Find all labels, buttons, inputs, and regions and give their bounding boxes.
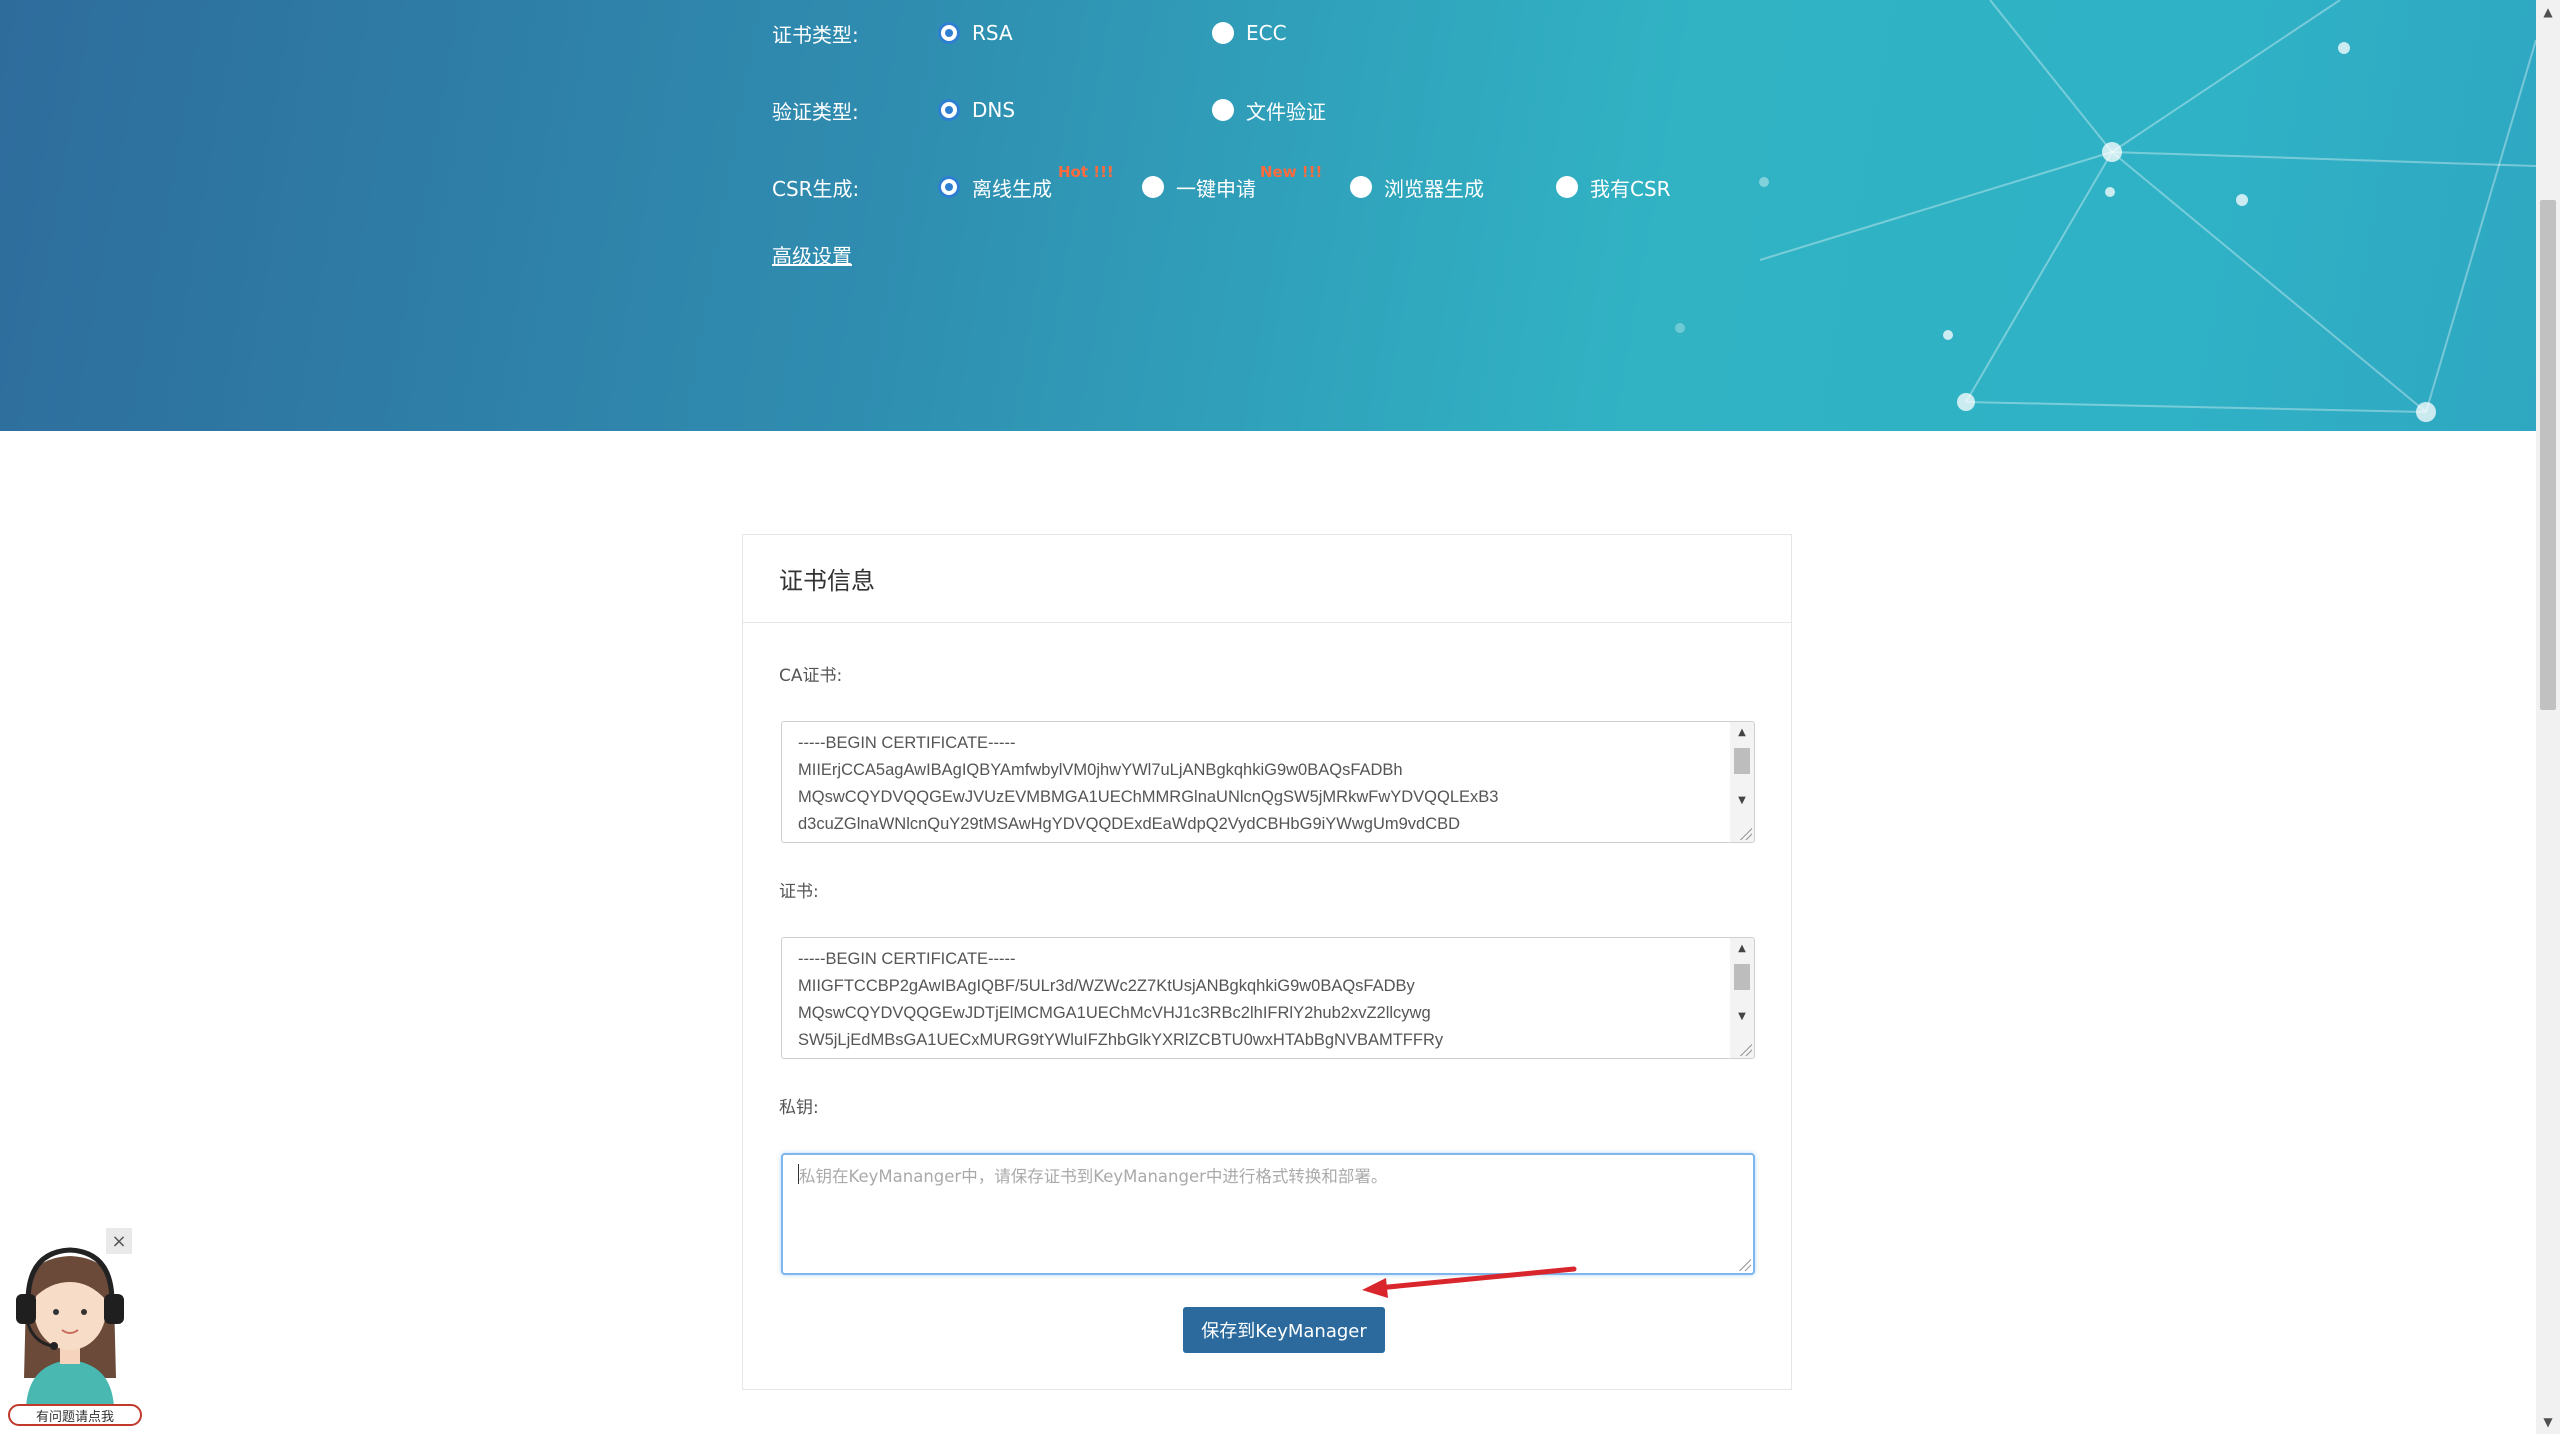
radio-rsa[interactable]: RSA [938, 21, 1013, 45]
radio-have-csr-label: 我有CSR [1590, 176, 1671, 201]
radio-dns[interactable]: DNS [938, 98, 1015, 122]
advanced-settings-link[interactable]: 高级设置 [772, 240, 852, 269]
scroll-down-icon[interactable]: ▼ [2536, 1410, 2560, 1434]
ca-cert-text: -----BEGIN CERTIFICATE----- MIIErjCCA5ag… [798, 734, 1499, 833]
scroll-up-icon[interactable]: ▲ [1730, 938, 1754, 958]
scroll-down-icon[interactable]: ▼ [1730, 1006, 1754, 1026]
radio-rsa-label: RSA [972, 21, 1013, 45]
radio-one-click-label: 一键申请 [1176, 176, 1256, 201]
help-label[interactable]: 有问题请点我 [8, 1404, 142, 1426]
cert-textarea[interactable]: -----BEGIN CERTIFICATE----- MIIGFTCCBP2g… [781, 937, 1755, 1059]
radio-browser-gen[interactable]: 浏览器生成 [1350, 173, 1484, 202]
hot-badge: Hot !!! [1058, 162, 1114, 181]
resize-grip-icon[interactable] [1740, 828, 1752, 840]
card-title: 证书信息 [743, 535, 1791, 623]
support-agent-avatar[interactable] [6, 1238, 136, 1418]
private-key-label: 私钥: [779, 1098, 819, 1118]
radio-ecc-label: ECC [1246, 21, 1287, 45]
radio-offline-gen[interactable]: 离线生成 Hot !!! [938, 163, 1114, 202]
private-key-textarea[interactable]: 私钥在KeyMananger中，请保存证书到KeyMananger中进行格式转换… [781, 1153, 1755, 1275]
radio-rsa-control[interactable] [938, 22, 960, 44]
ca-cert-label: CA证书: [779, 666, 843, 686]
radio-one-click-control[interactable] [1142, 176, 1164, 198]
radio-dns-control[interactable] [938, 99, 960, 121]
resize-grip-icon[interactable] [1739, 1259, 1751, 1271]
cert-info-card: 证书信息 CA证书: -----BEGIN CERTIFICATE----- M… [742, 534, 1792, 1390]
radio-ecc[interactable]: ECC [1212, 21, 1287, 45]
red-arrow-annotation [1362, 1266, 1577, 1298]
radio-file-verify[interactable]: 文件验证 [1212, 96, 1326, 125]
network-decoration [1675, 0, 2536, 422]
radio-file-verify-control[interactable] [1212, 99, 1234, 121]
page-scrollbar[interactable]: ▲ ▼ [2536, 0, 2560, 1434]
scroll-thumb[interactable] [1734, 748, 1750, 774]
radio-ecc-control[interactable] [1212, 22, 1234, 44]
scroll-thumb[interactable] [1734, 964, 1750, 990]
cert-label: 证书: [779, 882, 819, 902]
save-to-keymanager-button[interactable]: 保存到KeyManager [1183, 1307, 1385, 1353]
hero-banner: 证书类型: RSA ECC 验证类型: DNS 文件验证 CSR生成: 离线生成… [0, 0, 2536, 431]
cert-type-label: 证书类型: [772, 22, 859, 47]
radio-have-csr[interactable]: 我有CSR [1556, 173, 1671, 202]
scroll-down-icon[interactable]: ▼ [1730, 790, 1754, 810]
radio-have-csr-control[interactable] [1556, 176, 1578, 198]
radio-one-click[interactable]: 一键申请 New !!! [1142, 163, 1322, 202]
csr-label: CSR生成: [772, 176, 860, 201]
cert-text: -----BEGIN CERTIFICATE----- MIIGFTCCBP2g… [798, 950, 1444, 1049]
ca-cert-scrollbar[interactable]: ▲ ▼ [1730, 722, 1754, 842]
radio-offline-gen-control[interactable] [938, 176, 960, 198]
support-widget[interactable]: × 有问题请点我 [6, 1228, 146, 1428]
verify-type-label: 验证类型: [772, 99, 859, 124]
new-badge: New !!! [1260, 162, 1323, 181]
radio-offline-gen-label: 离线生成 [972, 176, 1052, 201]
page-scroll-thumb[interactable] [2540, 200, 2556, 710]
scroll-up-icon[interactable]: ▲ [2536, 0, 2560, 24]
radio-browser-gen-control[interactable] [1350, 176, 1372, 198]
private-key-placeholder: 私钥在KeyMananger中，请保存证书到KeyMananger中进行格式转换… [799, 1167, 1388, 1186]
resize-grip-icon[interactable] [1740, 1044, 1752, 1056]
ca-cert-textarea[interactable]: -----BEGIN CERTIFICATE----- MIIErjCCA5ag… [781, 721, 1755, 843]
radio-file-verify-label: 文件验证 [1246, 99, 1326, 124]
cert-scrollbar[interactable]: ▲ ▼ [1730, 938, 1754, 1058]
scroll-up-icon[interactable]: ▲ [1730, 722, 1754, 742]
radio-dns-label: DNS [972, 98, 1016, 122]
radio-browser-gen-label: 浏览器生成 [1384, 176, 1484, 201]
